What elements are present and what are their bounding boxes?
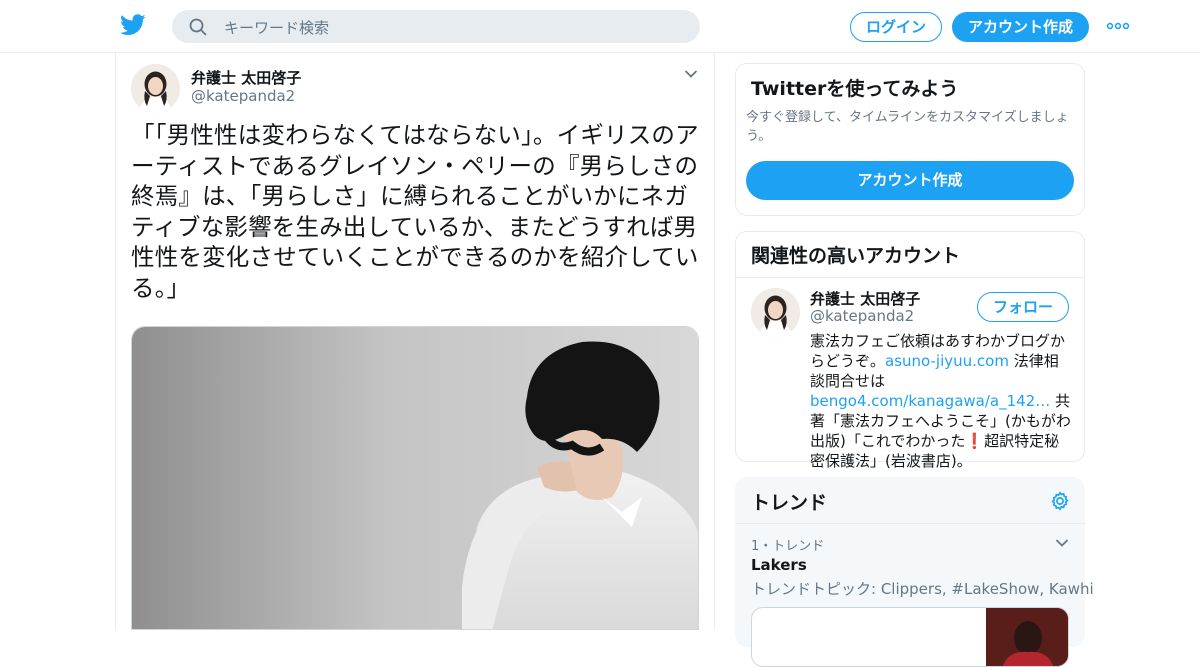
tweet-photo[interactable] [131,326,699,630]
chevron-down-icon[interactable] [1055,538,1069,548]
avatar[interactable] [751,288,800,337]
trend-topics: トレンドトピック: Clippers, #LakeShow, Kawhi [751,580,1094,598]
avatar[interactable] [131,64,180,113]
gear-icon[interactable] [1049,490,1071,512]
login-button[interactable]: ログイン [850,12,942,42]
tweet-text: 「「男性性は変わらなくてはならない」。イギリスのアーティストであるグレイソン・ペ… [131,121,699,302]
card-title: Twitterを使ってみよう [751,78,959,100]
trend-name[interactable]: Lakers [751,556,807,574]
trends-card: トレンド 1・トレンド Lakers トレンドトピック: Clippers, #… [735,477,1094,667]
card-title: 関連性の高いアカウント [751,245,961,267]
author-handle[interactable]: @katepanda2 [191,87,295,105]
trend-media-card[interactable] [751,607,1069,667]
more-dots-icon[interactable] [1106,18,1130,34]
card-description: 今すぐ登録して、タイムラインをカスタマイズしましょう。 [746,110,1069,144]
create-account-button[interactable]: アカウント作成 [746,161,1074,200]
related-accounts-card: 関連性の高いアカウント 弁護士 太田啓子 @katepanda2 フォロー 憲法… [735,231,1085,470]
bio-link[interactable]: asuno-jiyuu.com [885,352,1009,370]
bio-link[interactable]: bengo4.com/kanagawa/a_142… [810,392,1050,410]
tweet-detail: 弁護士 太田啓子 @katepanda2 「「男性性は変わらなくてはならない」。… [115,53,715,630]
account-name[interactable]: 弁護士 太田啓子 [810,288,920,309]
card-title: トレンド [751,492,828,514]
divider [736,277,1084,278]
search-box[interactable] [172,10,700,45]
twitter-logo-icon[interactable] [120,14,146,36]
try-twitter-card: Twitterを使ってみよう 今すぐ登録して、タイムラインをカスタマイズしましょ… [735,63,1085,216]
top-navigation-bar: ログイン アカウント作成 [0,0,1200,53]
account-handle[interactable]: @katepanda2 [810,307,914,325]
search-icon [189,18,207,36]
account-bio: 憲法カフェご依頼はあすわかブログからどうぞ。asuno-jiyuu.com 法律… [810,331,1072,471]
exclamation-emoji: ❗ [965,432,985,450]
trend-thumbnail [986,608,1068,666]
search-input[interactable] [222,10,686,45]
chevron-down-icon[interactable] [684,69,698,79]
divider [736,523,1086,524]
follow-button[interactable]: フォロー [977,292,1069,322]
signup-button[interactable]: アカウント作成 [952,12,1089,42]
trend-meta: 1・トレンド [751,539,825,554]
author-name[interactable]: 弁護士 太田啓子 [191,67,301,88]
